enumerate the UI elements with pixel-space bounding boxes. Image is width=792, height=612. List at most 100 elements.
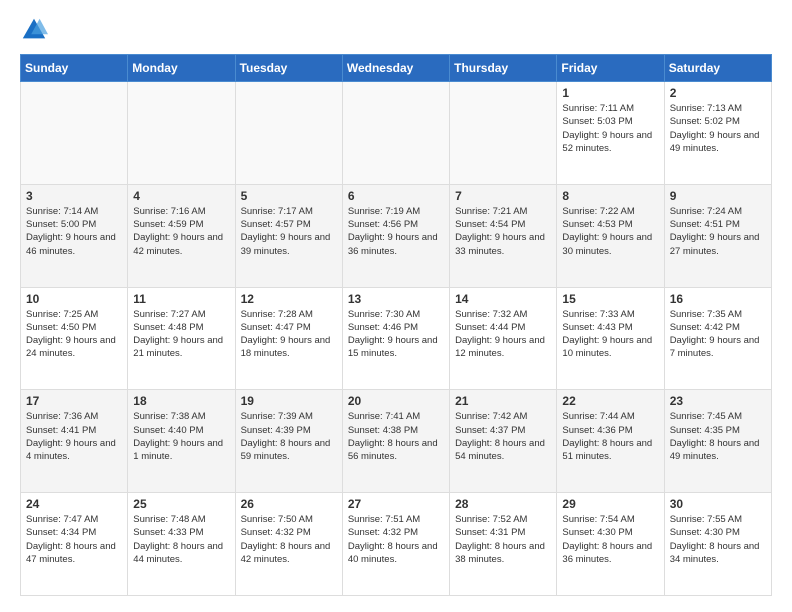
day-info: Sunrise: 7:17 AMSunset: 4:57 PMDaylight:… [241, 205, 337, 258]
weekday-wednesday: Wednesday [342, 55, 449, 82]
day-number: 7 [455, 189, 551, 203]
day-number: 2 [670, 86, 766, 100]
day-number: 12 [241, 292, 337, 306]
day-number: 18 [133, 394, 229, 408]
day-cell: 11Sunrise: 7:27 AMSunset: 4:48 PMDayligh… [128, 287, 235, 390]
day-cell: 27 Sunrise: 7:51 AMSunset: 4:32 PMDayligh… [342, 493, 449, 596]
day-cell: 23 Sunrise: 7:45 AMSunset: 4:35 PMDayligh… [664, 390, 771, 493]
day-cell: 22 Sunrise: 7:44 AMSunset: 4:36 PMDayligh… [557, 390, 664, 493]
day-number: 6 [348, 189, 444, 203]
day-cell: 14Sunrise: 7:32 AMSunset: 4:44 PMDayligh… [450, 287, 557, 390]
day-number: 16 [670, 292, 766, 306]
day-info: Sunrise: 7:25 AMSunset: 4:50 PMDaylight:… [26, 308, 122, 361]
week-row-2: 3 Sunrise: 7:14 AMSunset: 5:00 PMDaylight… [21, 184, 772, 287]
day-number: 29 [562, 497, 658, 511]
week-row-3: 10 Sunrise: 7:25 AMSunset: 4:50 PMDayligh… [21, 287, 772, 390]
day-info: Sunrise: 7:39 AMSunset: 4:39 PMDaylight:… [241, 410, 337, 463]
day-cell: 30 Sunrise: 7:55 AMSunset: 4:30 PMDayligh… [664, 493, 771, 596]
weekday-friday: Friday [557, 55, 664, 82]
day-cell [21, 82, 128, 185]
day-cell: 19Sunrise: 7:39 AMSunset: 4:39 PMDayligh… [235, 390, 342, 493]
day-cell: 24 Sunrise: 7:47 AMSunset: 4:34 PMDayligh… [21, 493, 128, 596]
day-info: Sunrise: 7:13 AMSunset: 5:02 PMDaylight:… [670, 102, 766, 155]
weekday-header-row: SundayMondayTuesdayWednesdayThursdayFrid… [21, 55, 772, 82]
day-number: 24 [26, 497, 122, 511]
day-cell: 9Sunrise: 7:24 AMSunset: 4:51 PMDaylight… [664, 184, 771, 287]
day-info: Sunrise: 7:45 AMSunset: 4:35 PMDaylight:… [670, 410, 766, 463]
day-info: Sunrise: 7:47 AMSunset: 4:34 PMDaylight:… [26, 513, 122, 566]
day-info: Sunrise: 7:33 AMSunset: 4:43 PMDaylight:… [562, 308, 658, 361]
day-number: 22 [562, 394, 658, 408]
day-number: 10 [26, 292, 122, 306]
day-cell [235, 82, 342, 185]
day-info: Sunrise: 7:41 AMSunset: 4:38 PMDaylight:… [348, 410, 444, 463]
page: SundayMondayTuesdayWednesdayThursdayFrid… [0, 0, 792, 612]
week-row-5: 24 Sunrise: 7:47 AMSunset: 4:34 PMDayligh… [21, 493, 772, 596]
day-number: 17 [26, 394, 122, 408]
day-number: 26 [241, 497, 337, 511]
day-cell: 2 Sunrise: 7:13 AMSunset: 5:02 PMDaylight… [664, 82, 771, 185]
day-number: 15 [562, 292, 658, 306]
day-info: Sunrise: 7:35 AMSunset: 4:42 PMDaylight:… [670, 308, 766, 361]
day-cell: 15 Sunrise: 7:33 AMSunset: 4:43 PMDayligh… [557, 287, 664, 390]
day-number: 20 [348, 394, 444, 408]
day-cell: 20 Sunrise: 7:41 AMSunset: 4:38 PMDayligh… [342, 390, 449, 493]
day-info: Sunrise: 7:38 AMSunset: 4:40 PMDaylight:… [133, 410, 229, 463]
day-number: 25 [133, 497, 229, 511]
weekday-saturday: Saturday [664, 55, 771, 82]
day-cell: 21 Sunrise: 7:42 AMSunset: 4:37 PMDayligh… [450, 390, 557, 493]
week-row-1: 1 Sunrise: 7:11 AMSunset: 5:03 PMDaylight… [21, 82, 772, 185]
day-cell: 25Sunrise: 7:48 AMSunset: 4:33 PMDayligh… [128, 493, 235, 596]
weekday-sunday: Sunday [21, 55, 128, 82]
day-cell: 4 Sunrise: 7:16 AMSunset: 4:59 PMDaylight… [128, 184, 235, 287]
day-info: Sunrise: 7:52 AMSunset: 4:31 PMDaylight:… [455, 513, 551, 566]
day-info: Sunrise: 7:54 AMSunset: 4:30 PMDaylight:… [562, 513, 658, 566]
day-info: Sunrise: 7:32 AMSunset: 4:44 PMDaylight:… [455, 308, 551, 361]
day-cell: 28 Sunrise: 7:52 AMSunset: 4:31 PMDayligh… [450, 493, 557, 596]
day-cell: 10 Sunrise: 7:25 AMSunset: 4:50 PMDayligh… [21, 287, 128, 390]
day-info: Sunrise: 7:22 AMSunset: 4:53 PMDaylight:… [562, 205, 658, 258]
day-number: 4 [133, 189, 229, 203]
day-number: 21 [455, 394, 551, 408]
day-info: Sunrise: 7:50 AMSunset: 4:32 PMDaylight:… [241, 513, 337, 566]
day-info: Sunrise: 7:24 AMSunset: 4:51 PMDaylight:… [670, 205, 766, 258]
weekday-tuesday: Tuesday [235, 55, 342, 82]
day-info: Sunrise: 7:16 AMSunset: 4:59 PMDaylight:… [133, 205, 229, 258]
day-info: Sunrise: 7:19 AMSunset: 4:56 PMDaylight:… [348, 205, 444, 258]
weekday-thursday: Thursday [450, 55, 557, 82]
day-cell [342, 82, 449, 185]
week-row-4: 17 Sunrise: 7:36 AMSunset: 4:41 PMDayligh… [21, 390, 772, 493]
day-number: 13 [348, 292, 444, 306]
day-info: Sunrise: 7:51 AMSunset: 4:32 PMDaylight:… [348, 513, 444, 566]
day-cell: 3 Sunrise: 7:14 AMSunset: 5:00 PMDaylight… [21, 184, 128, 287]
day-info: Sunrise: 7:30 AMSunset: 4:46 PMDaylight:… [348, 308, 444, 361]
day-number: 11 [133, 292, 229, 306]
day-cell: 26 Sunrise: 7:50 AMSunset: 4:32 PMDayligh… [235, 493, 342, 596]
day-info: Sunrise: 7:28 AMSunset: 4:47 PMDaylight:… [241, 308, 337, 361]
day-cell: 17 Sunrise: 7:36 AMSunset: 4:41 PMDayligh… [21, 390, 128, 493]
day-info: Sunrise: 7:36 AMSunset: 4:41 PMDaylight:… [26, 410, 122, 463]
day-cell [128, 82, 235, 185]
day-info: Sunrise: 7:44 AMSunset: 4:36 PMDaylight:… [562, 410, 658, 463]
day-info: Sunrise: 7:14 AMSunset: 5:00 PMDaylight:… [26, 205, 122, 258]
day-info: Sunrise: 7:55 AMSunset: 4:30 PMDaylight:… [670, 513, 766, 566]
day-info: Sunrise: 7:11 AMSunset: 5:03 PMDaylight:… [562, 102, 658, 155]
day-cell: 8Sunrise: 7:22 AMSunset: 4:53 PMDaylight… [557, 184, 664, 287]
day-cell: 16 Sunrise: 7:35 AMSunset: 4:42 PMDayligh… [664, 287, 771, 390]
day-number: 3 [26, 189, 122, 203]
day-number: 23 [670, 394, 766, 408]
day-number: 27 [348, 497, 444, 511]
day-cell: 5Sunrise: 7:17 AMSunset: 4:57 PMDaylight… [235, 184, 342, 287]
calendar-table: SundayMondayTuesdayWednesdayThursdayFrid… [20, 54, 772, 596]
day-info: Sunrise: 7:42 AMSunset: 4:37 PMDaylight:… [455, 410, 551, 463]
day-cell: 29 Sunrise: 7:54 AMSunset: 4:30 PMDayligh… [557, 493, 664, 596]
day-number: 30 [670, 497, 766, 511]
day-cell [450, 82, 557, 185]
day-number: 1 [562, 86, 658, 100]
header [20, 16, 772, 44]
logo [20, 16, 52, 44]
day-cell: 12 Sunrise: 7:28 AMSunset: 4:47 PMDayligh… [235, 287, 342, 390]
day-cell: 1 Sunrise: 7:11 AMSunset: 5:03 PMDaylight… [557, 82, 664, 185]
day-number: 28 [455, 497, 551, 511]
day-cell: 6 Sunrise: 7:19 AMSunset: 4:56 PMDaylight… [342, 184, 449, 287]
